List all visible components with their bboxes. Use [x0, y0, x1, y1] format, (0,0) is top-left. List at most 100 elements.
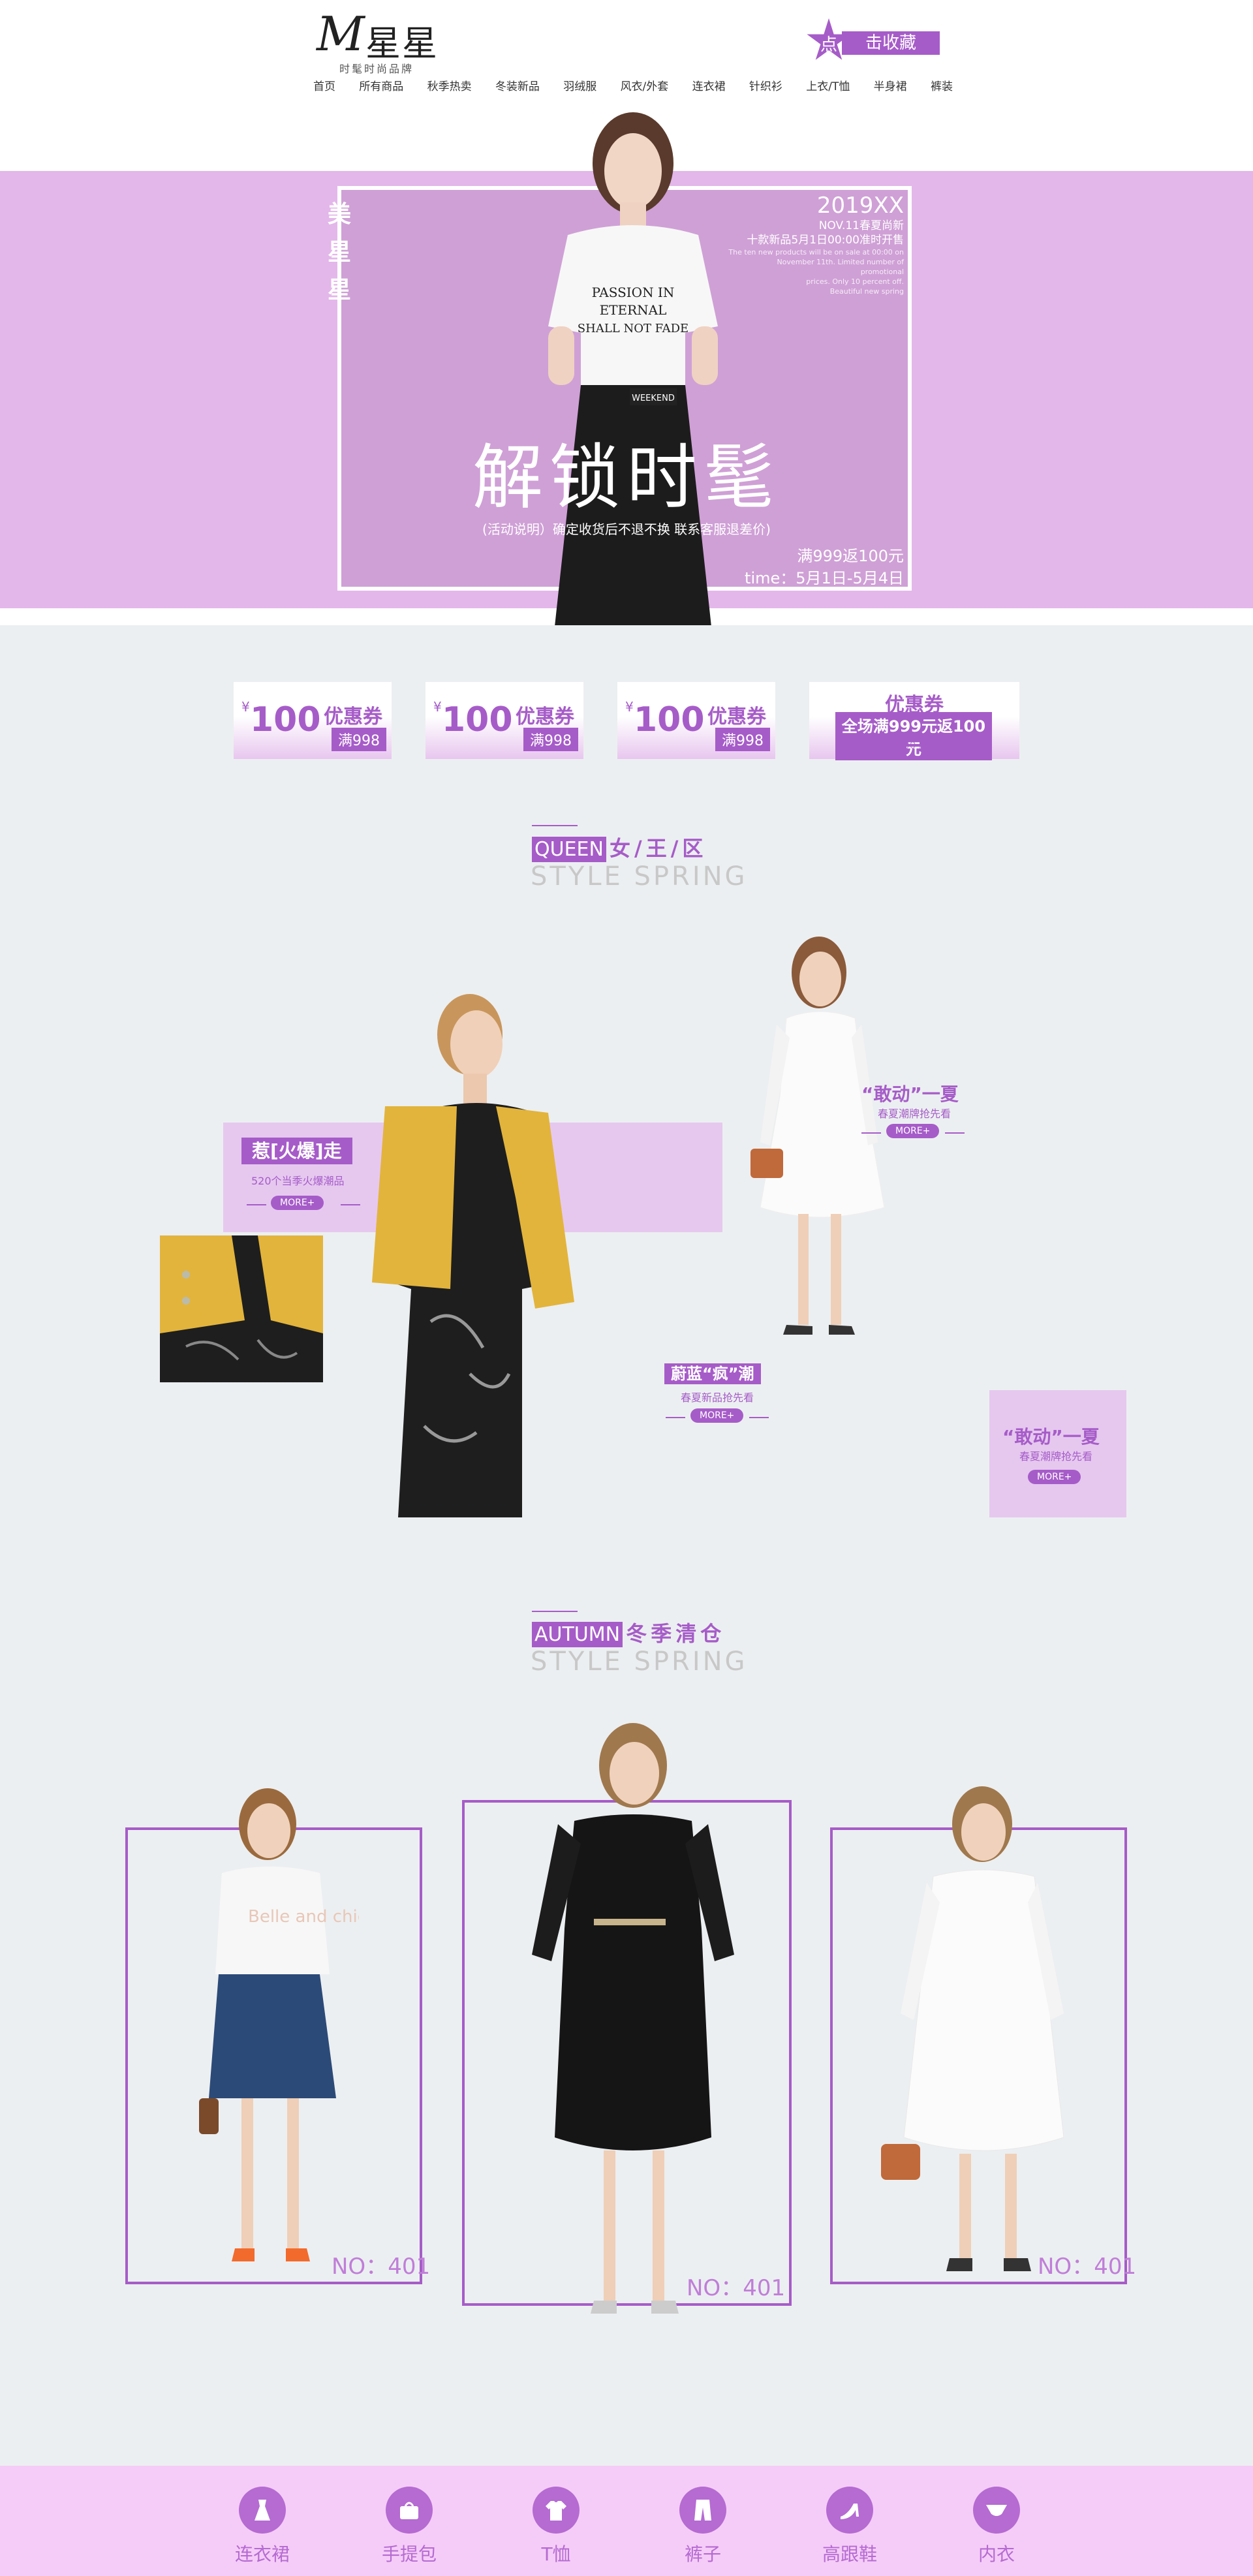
more-button[interactable]: MORE+ [1028, 1470, 1081, 1484]
tshirt-icon [533, 2487, 580, 2534]
handbag-image [199, 2098, 219, 2134]
coupon-card[interactable]: ¥ 100 优惠券 满998 [234, 682, 392, 759]
section-title-queen: QUEEN 女/王/区 [532, 832, 707, 862]
product-number: NO：401 [332, 2254, 431, 2280]
hero-side-text: 美 星 星 [326, 196, 352, 309]
hero-small: Beautiful new spring [829, 287, 904, 296]
more-button[interactable]: MORE+ [690, 1408, 744, 1423]
hero-promo-text: 满999返100元 [797, 547, 904, 565]
logo-text[interactable]: 星星 [365, 14, 439, 66]
hero-line2: 十款新品5月1日00:00准时开售 [747, 234, 904, 247]
tee-print-line: ETERNAL [600, 302, 667, 318]
logo-mark[interactable]: M [317, 7, 365, 61]
handbag-image [881, 2144, 920, 2180]
heels-icon [826, 2487, 873, 2534]
coupon-currency: ¥ [625, 699, 634, 715]
handbag-image [750, 1149, 783, 1178]
nav-item[interactable]: 秋季热卖 [427, 77, 472, 93]
more-button[interactable]: MORE+ [886, 1124, 940, 1138]
hero-headline: 解锁时髦 [472, 437, 781, 519]
promo-label[interactable]: “敢动”一夏 [861, 1080, 959, 1106]
coupon-card[interactable]: ¥ 100 优惠券 满998 [425, 682, 583, 759]
coupon-amount: 100 [442, 700, 513, 739]
promo-label: 蔚蓝“疯”潮 [664, 1363, 761, 1384]
hero-time: time：5月1日-5月4日 [745, 569, 904, 587]
nav-item[interactable]: 裤装 [931, 77, 953, 93]
nav-item[interactable]: 半身裙 [874, 77, 907, 93]
model-image[interactable] [359, 982, 587, 1517]
category-pants[interactable]: 裤子 [664, 2487, 742, 2566]
section-en: STYLE SPRING [531, 861, 748, 892]
section-cn: 冬季清仓 [626, 1621, 726, 1646]
model-image[interactable] [721, 927, 891, 1344]
promo-sub: 520个当季火爆潮品 [251, 1175, 345, 1187]
coupon-currency: ¥ [433, 699, 442, 715]
promo-label: “敢动”一夏 [1002, 1426, 1100, 1448]
category-label: T恤 [541, 2543, 571, 2565]
promo-label: 惹[火爆]走 [241, 1138, 352, 1164]
category-handbag[interactable]: 手提包 [370, 2487, 448, 2566]
coupon-amount: 100 [634, 700, 705, 739]
nav-item[interactable]: 上衣/T恤 [806, 77, 850, 93]
hero-model-image: PASSION IN ETERNAL SHALL NOT FADE WEEKEN… [548, 112, 718, 627]
category-label: 内衣 [978, 2543, 1015, 2565]
hero-small: The ten new products will be on sale at … [728, 248, 904, 256]
nav-item[interactable]: 针织衫 [749, 77, 782, 93]
product-number: NO：401 [1038, 2254, 1137, 2280]
section-line [532, 825, 578, 826]
main-nav: 首页 所有商品 秋季热卖 冬装新品 羽绒服 风衣/外套 连衣裙 针织衫 上衣/T… [313, 77, 953, 93]
nav-item[interactable]: 羽绒服 [563, 77, 596, 93]
product-crop-image[interactable] [160, 1235, 323, 1382]
product-number: NO：401 [687, 2275, 786, 2301]
hero-note: (活动说明）确定收货后不退不换 联系客服退差价) [482, 521, 771, 537]
section-tag: QUEEN [532, 837, 606, 862]
coupon-condition: 满998 [332, 728, 386, 751]
coupon-card-big[interactable]: 优惠券 全场满999元返100元 满1000元返100 时间: 5.1-5.30 [809, 682, 1019, 760]
model-image: Belle and chic. [199, 1788, 359, 2261]
coupon-card[interactable]: ¥ 100 优惠券 满998 [617, 682, 775, 759]
category-label: 高跟鞋 [822, 2543, 877, 2565]
category-underwear[interactable]: 内衣 [957, 2487, 1036, 2566]
nav-item[interactable]: 所有商品 [359, 77, 403, 93]
dress-icon [239, 2487, 286, 2534]
coupon-title: 优惠券 [707, 706, 766, 728]
category-heels[interactable]: 高跟鞋 [811, 2487, 889, 2566]
favorite-button[interactable]: 点 击收藏 [806, 18, 940, 64]
category-dress[interactable]: 连衣裙 [223, 2487, 302, 2566]
promo-block-hot[interactable]: 惹[火爆]走 [241, 1137, 352, 1164]
logo-subtitle: 时髦时尚品牌 [339, 63, 414, 75]
hero-side-char: 星 [327, 239, 351, 266]
coupon-condition: 全场满999元返100元 [835, 712, 992, 760]
favorite-prefix: 点 [820, 35, 838, 55]
model-image [532, 1723, 734, 2314]
hero-small: November 11th. Limited number of [777, 258, 904, 266]
hero-year: 2019XX [816, 193, 904, 219]
favorite-label: 击收藏 [842, 31, 940, 55]
nav-item[interactable]: 连衣裙 [692, 77, 726, 93]
nav-item[interactable]: 首页 [313, 77, 335, 93]
hero-promo: 满999返100元 time：5月1日-5月4日 [718, 545, 904, 589]
hero-line1: NOV.11春夏尚新 [818, 219, 904, 232]
section-title-autumn: AUTUMN 冬季清仓 [532, 1617, 725, 1647]
nav-item[interactable]: 风衣/外套 [621, 77, 669, 93]
category-label: 连衣裙 [234, 2543, 290, 2565]
pants-icon [679, 2487, 726, 2534]
arrow-left-icon [247, 1204, 266, 1205]
model-image [881, 1786, 1064, 2271]
hero-event-info: 2019XX NOV.11春夏尚新 十款新品5月1日00:00准时开售 The … [718, 193, 904, 296]
category-label: 手提包 [381, 2543, 437, 2565]
section-line [532, 1611, 578, 1612]
promo-sub: 春夏新品抢先看 [681, 1391, 754, 1404]
arrow-left-icon [666, 1417, 685, 1418]
category-tshirt[interactable]: T恤 [517, 2487, 595, 2566]
hero-side-char: 星 [327, 277, 351, 303]
nav-item[interactable]: 冬装新品 [495, 77, 540, 93]
arrow-right-icon [945, 1132, 965, 1134]
more-button[interactable]: MORE+ [271, 1196, 324, 1210]
coupon-condition: 满998 [715, 728, 770, 751]
tee-print: Belle and chic. [248, 1907, 359, 1927]
hero-side-char: 美 [327, 201, 351, 228]
promo-sub: 春夏潮牌抢先看 [878, 1108, 951, 1120]
handbag-icon [386, 2487, 433, 2534]
promo-block-blue[interactable]: 蔚蓝“疯”潮 [664, 1361, 761, 1384]
